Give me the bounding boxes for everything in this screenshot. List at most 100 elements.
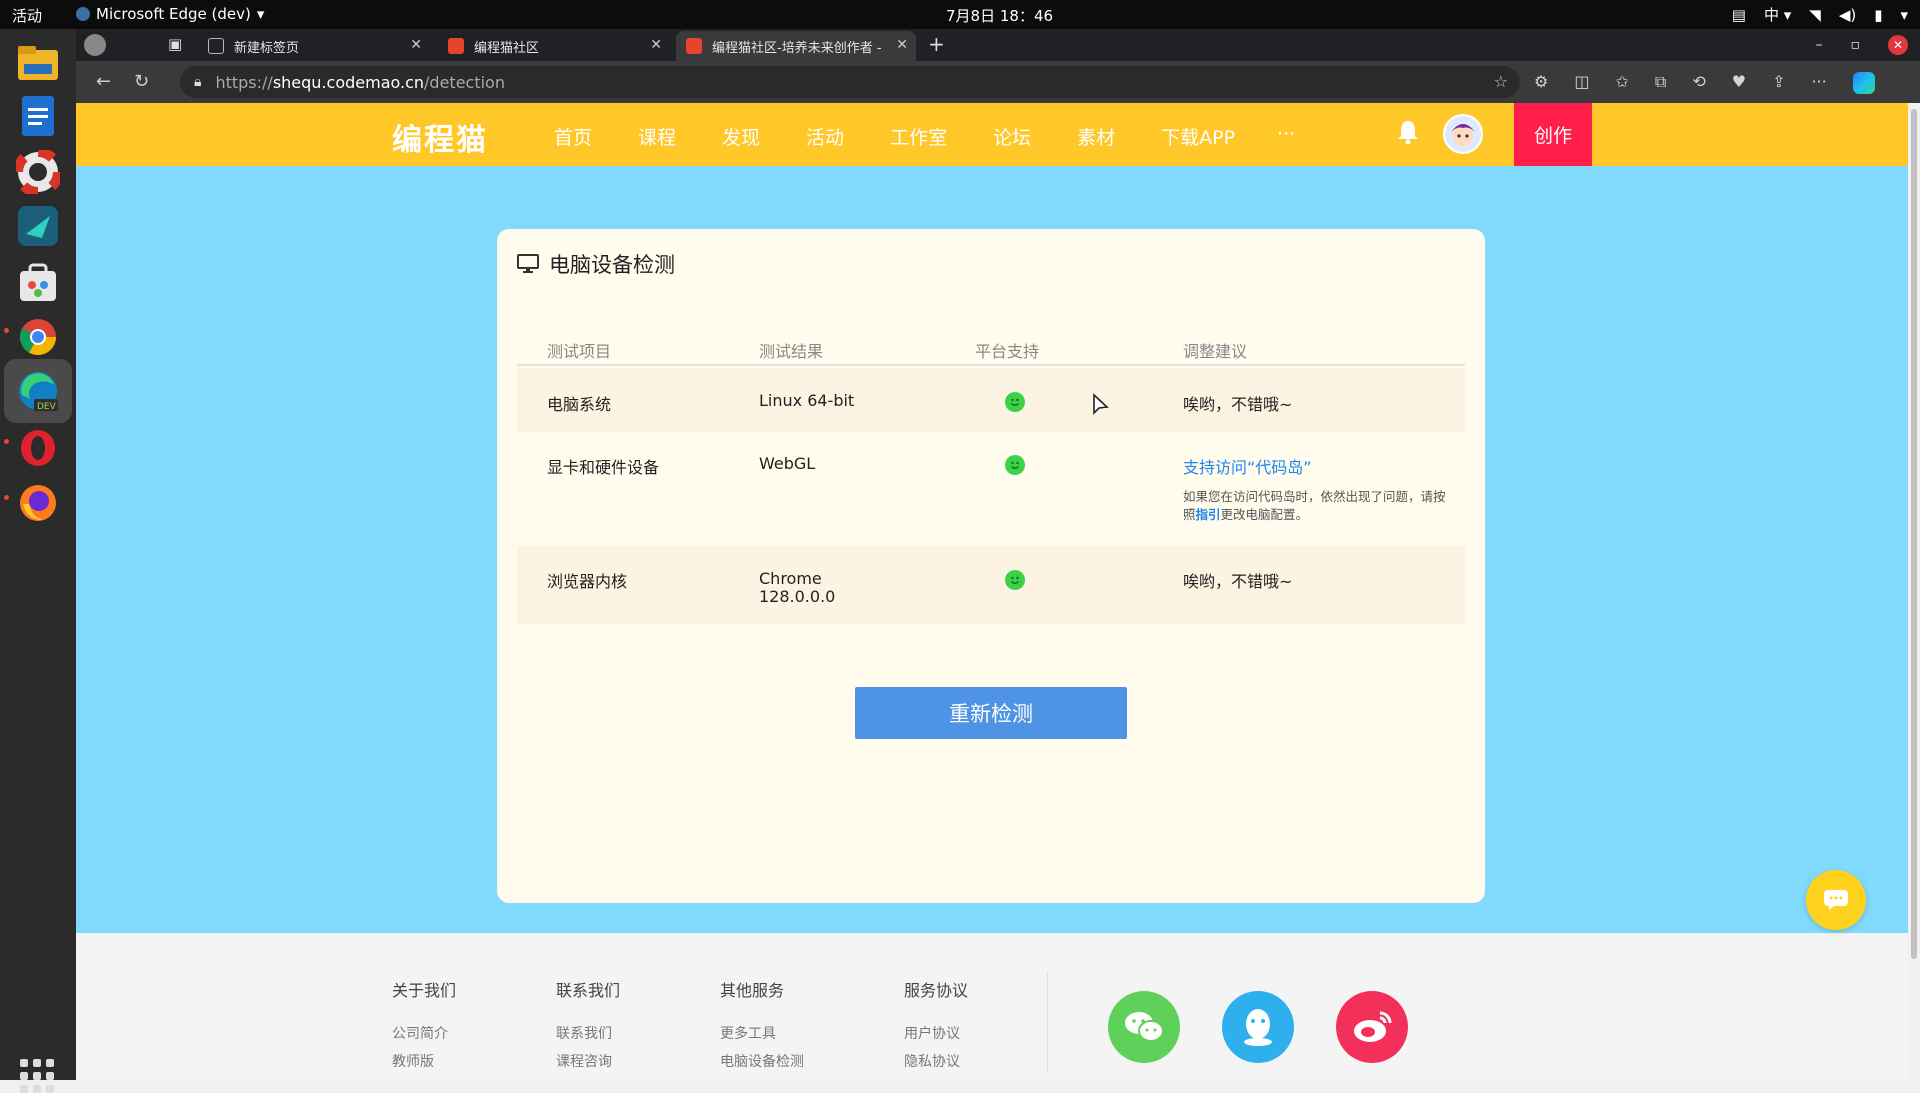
web-page: 编程猫 首页 课程 发现 活动 工作室 论坛 素材 下载APP ··· 创作 电… — [76, 103, 1908, 1080]
footer-link[interactable]: 隐私协议 — [904, 1051, 968, 1071]
refresh-button[interactable]: ↻ — [134, 71, 149, 92]
new-tab-button[interactable]: + — [928, 32, 945, 56]
table-row: 电脑系统 Linux 64-bit 唉哟，不错哦~ — [517, 368, 1465, 432]
remote-app-icon[interactable] — [12, 200, 64, 252]
history-icon[interactable]: ⟲ — [1692, 72, 1705, 94]
page-scrollbar[interactable] — [1908, 103, 1920, 1080]
clock[interactable]: 7月8日 18：46 — [946, 5, 1053, 26]
share-icon[interactable]: ⇪ — [1772, 72, 1785, 94]
footer-link[interactable]: 课程咨询 — [556, 1051, 620, 1071]
wifi-icon[interactable]: ◥ — [1809, 6, 1821, 24]
screen-icon[interactable]: ▤ — [1732, 6, 1746, 24]
user-avatar[interactable] — [1443, 114, 1483, 154]
nav-forum[interactable]: 论坛 — [993, 123, 1031, 150]
footer-link[interactable]: 更多工具 — [720, 1023, 804, 1043]
chrome-app-icon[interactable] — [12, 311, 64, 363]
nav-discover[interactable]: 发现 — [722, 123, 760, 150]
app-menu[interactable]: Microsoft Edge (dev) ▾ — [76, 5, 264, 23]
extensions-icon[interactable]: ⚙ — [1534, 72, 1548, 94]
nav-more[interactable]: ··· — [1277, 123, 1295, 150]
nav-download-app[interactable]: 下载APP — [1161, 123, 1235, 150]
weibo-icon[interactable] — [1336, 991, 1408, 1063]
card-title: 电脑设备检测 — [517, 249, 675, 279]
svg-text:DEV: DEV — [37, 402, 57, 412]
footer-col-terms: 服务协议 用户协议 隐私协议 — [904, 981, 969, 1071]
close-icon[interactable]: ✕ — [650, 37, 662, 53]
minimize-button[interactable]: – — [1816, 37, 1823, 53]
scrollbar-thumb[interactable] — [1911, 109, 1917, 959]
help-app-icon[interactable] — [12, 146, 64, 198]
create-button[interactable]: 创作 — [1514, 103, 1592, 166]
edge-dev-app-icon[interactable]: DEV — [4, 359, 72, 423]
tab-new-tab[interactable]: 新建标签页 ✕ — [198, 31, 430, 61]
firefox-app-icon[interactable] — [12, 477, 64, 529]
copilot-icon[interactable] — [1852, 72, 1875, 94]
ime-indicator[interactable]: 中 ▾ — [1764, 4, 1791, 25]
tab-codemao-community[interactable]: 编程猫社区 ✕ — [438, 31, 670, 61]
tab-label: 编程猫社区 — [474, 40, 540, 56]
header-test-item: 测试项目 — [547, 342, 612, 361]
page-title: 电脑设备检测 — [549, 253, 675, 277]
qq-icon[interactable] — [1222, 991, 1294, 1063]
retest-button[interactable]: 重新检测 — [855, 687, 1127, 739]
chat-support-button[interactable] — [1806, 870, 1866, 930]
tab-codemao-detection[interactable]: 编程猫社区-培养未来创作者 - ✕ — [676, 31, 916, 61]
footer-link[interactable]: 电脑设备检测 — [720, 1051, 804, 1071]
header-suggestion: 调整建议 — [1183, 342, 1248, 361]
footer-link[interactable]: 用户协议 — [904, 1023, 968, 1043]
activities-button[interactable]: 活动 — [12, 5, 42, 26]
power-menu-icon[interactable]: ▾ — [1900, 6, 1908, 24]
footer-link[interactable]: 教师版 — [392, 1051, 456, 1071]
more-menu-icon[interactable]: ··· — [1811, 72, 1826, 94]
software-store-icon[interactable] — [12, 257, 64, 309]
volume-icon[interactable]: ◀) — [1839, 6, 1856, 24]
header-platform-support: 平台支持 — [975, 342, 1040, 361]
wechat-icon[interactable] — [1108, 991, 1180, 1063]
guide-link[interactable]: 指引 — [1196, 507, 1221, 522]
app-grid-icon[interactable] — [20, 1059, 54, 1093]
writer-app-icon[interactable] — [12, 90, 64, 142]
close-icon[interactable]: ✕ — [410, 37, 422, 53]
nav-events[interactable]: 活动 — [806, 123, 844, 150]
favorites-icon[interactable]: ✩ — [1615, 72, 1628, 94]
nav-studio[interactable]: 工作室 — [890, 123, 947, 150]
split-screen-icon[interactable]: ◫ — [1574, 72, 1589, 94]
chevron-down-icon: ▾ — [256, 5, 265, 23]
tab-actions-icon[interactable]: ▣ — [168, 35, 182, 53]
opera-app-icon[interactable] — [12, 422, 64, 474]
nav-links: 首页 课程 发现 活动 工作室 论坛 素材 下载APP ··· — [554, 123, 1295, 150]
collections-icon[interactable]: ⧉ — [1655, 72, 1666, 94]
running-indicator — [4, 439, 9, 444]
chat-icon — [1824, 890, 1848, 910]
toolbar-icons: ⚙ ◫ ✩ ⧉ ⟲ ♥ ⇪ ··· — [1534, 72, 1875, 94]
battery-icon[interactable]: ▮ — [1874, 6, 1882, 24]
close-window-button[interactable]: ✕ — [1888, 35, 1908, 55]
lock-icon[interactable]: 🔒︎ — [194, 74, 201, 90]
system-tray[interactable]: ▤ 中 ▾ ◥ ◀) ▮ ▾ — [1732, 4, 1908, 25]
nav-materials[interactable]: 素材 — [1077, 123, 1115, 150]
footer-link[interactable]: 公司简介 — [392, 1023, 456, 1043]
tab-label: 编程猫社区-培养未来创作者 - — [712, 40, 882, 56]
tab-label: 新建标签页 — [234, 40, 300, 56]
favorite-star-icon[interactable]: ☆ — [1494, 72, 1508, 91]
files-app-icon[interactable] — [12, 37, 64, 89]
nav-courses[interactable]: 课程 — [638, 123, 676, 150]
monitor-icon — [517, 254, 539, 273]
new-tab-icon — [208, 38, 224, 54]
address-bar[interactable]: 🔒︎ https://shequ.codemao.cn/detection ☆ — [180, 66, 1520, 98]
nav-home[interactable]: 首页 — [554, 123, 592, 150]
maximize-button[interactable]: ▫ — [1851, 37, 1861, 53]
footer-col-contact: 联系我们 联系我们 课程咨询 — [556, 981, 621, 1071]
row-result: Linux 64-bit — [759, 391, 855, 410]
profile-icon[interactable] — [84, 34, 106, 56]
codemao-logo[interactable]: 编程猫 — [392, 115, 488, 159]
bell-icon[interactable] — [1396, 119, 1420, 151]
browser-tab-strip: ▣ 新建标签页 ✕ 编程猫社区 ✕ 编程猫社区-培养未来创作者 - ✕ + – … — [76, 29, 1920, 61]
back-button[interactable]: ← — [96, 71, 111, 92]
system-top-bar: 活动 Microsoft Edge (dev) ▾ 7月8日 18：46 ▤ 中… — [0, 0, 1920, 29]
codemao-island-link[interactable]: 支持访问“代码岛” — [1183, 454, 1312, 478]
close-icon[interactable]: ✕ — [896, 37, 908, 53]
footer-link[interactable]: 联系我们 — [556, 1023, 620, 1043]
performance-icon[interactable]: ♥ — [1732, 72, 1746, 94]
footer-col-about: 关于我们 公司简介 教师版 — [392, 981, 457, 1071]
